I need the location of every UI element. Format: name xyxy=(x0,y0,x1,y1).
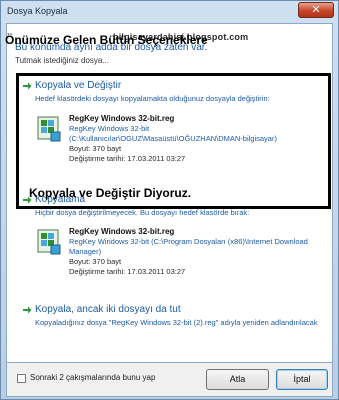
file-info: RegKey Windows 32-bit.reg RegKey Windows… xyxy=(69,114,319,164)
option-copy-keep-both[interactable]: Kopyala, ancak iki dosyayı da tut Kopyal… xyxy=(22,304,327,349)
option-copy-replace[interactable]: Kopyala ve Değiştir Hedef klasördeki dos… xyxy=(22,80,327,200)
annotation-top: Önümüze Gelen Bütün Seçeneklere xyxy=(5,33,208,47)
file-date: Değiştirme tarihi: 17.03.2011 03:27 xyxy=(69,267,186,276)
repeat-checkbox[interactable] xyxy=(17,374,26,383)
cancel-button[interactable]: İptal xyxy=(276,369,328,390)
option-dont-copy[interactable]: Kopyalama Hiçbir dosya değiştirilmeyecek… xyxy=(22,194,327,294)
option-description: Kopyaladığınız dosya "RegKey Windows 32-… xyxy=(35,318,318,327)
file-path: RegKey Windows 32-bit (C:\Program Dosyal… xyxy=(69,237,308,256)
skip-button[interactable]: Atla xyxy=(206,369,269,390)
option-description: Hedef klasördeki dosyayı kopyalamakta ol… xyxy=(35,94,270,103)
file-path: RegKey Windows 32-bit (C:\Kullanıcılar\O… xyxy=(69,124,277,143)
window-title: Dosya Kopyala xyxy=(7,6,68,16)
reg-file-icon xyxy=(37,229,61,255)
file-size: Boyut: 370 bayt xyxy=(69,144,122,153)
option-title: Kopyala, ancak iki dosyayı da tut xyxy=(35,304,181,315)
close-button[interactable]: ✕ xyxy=(298,2,334,18)
file-date: Değiştirme tarihi: 17.03.2011 03:27 xyxy=(69,154,186,163)
green-arrow-icon xyxy=(23,306,32,314)
dialog-footer: Sonraki 2 çakışmalarında bunu yap Atla İ… xyxy=(6,363,333,397)
reg-file-icon xyxy=(37,116,61,142)
file-name: RegKey Windows 32-bit.reg xyxy=(69,227,175,236)
file-size: Boyut: 370 bayt xyxy=(69,257,122,266)
repeat-checkbox-label[interactable]: Sonraki 2 çakışmalarında bunu yap xyxy=(30,373,155,382)
close-icon: ✕ xyxy=(311,4,321,16)
copy-dialog-window: Dosya Kopyala ✕ Bu konumda aynı adda bir… xyxy=(0,0,339,400)
option-description: Hiçbir dosya değiştirilmeyecek. Bu dosya… xyxy=(35,208,250,217)
sub-instruction: Tutmak istediğiniz dosya... xyxy=(15,56,109,65)
file-name: RegKey Windows 32-bit.reg xyxy=(69,114,175,123)
annotation-bottom: Kopyala ve Değiştir Diyoruz. xyxy=(29,186,192,200)
option-title: Kopyala ve Değiştir xyxy=(35,80,122,91)
file-info: RegKey Windows 32-bit.reg RegKey Windows… xyxy=(69,227,319,277)
title-bar[interactable]: Dosya Kopyala ✕ xyxy=(1,1,338,23)
green-arrow-icon xyxy=(23,82,32,90)
